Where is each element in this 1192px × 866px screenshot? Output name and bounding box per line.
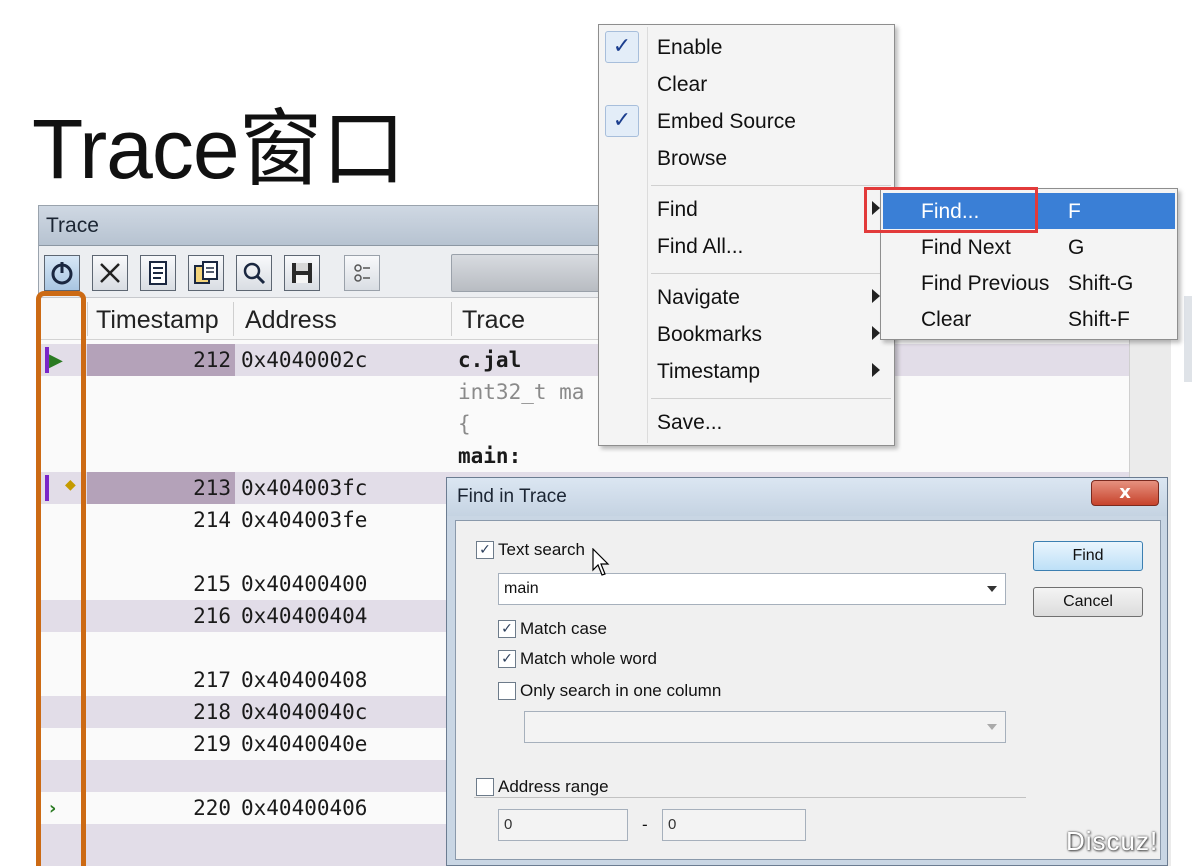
menu-item-timestamp[interactable]: Timestamp <box>599 353 894 389</box>
highlight-annotation-box <box>36 291 86 866</box>
match-whole-word-checkbox[interactable]: ✓ <box>498 650 516 668</box>
menu-item-enable[interactable]: ✓ Enable <box>599 29 894 65</box>
dialog-body: ✓ Text search main ✓ Match case ✓ Match … <box>455 520 1161 860</box>
match-whole-word-label: Match whole word <box>520 649 658 668</box>
address-from-field[interactable]: 0 <box>498 809 628 841</box>
browse-icon[interactable] <box>188 255 224 291</box>
text-search-label: Text search <box>498 540 585 559</box>
column-timestamp[interactable]: Timestamp <box>96 306 219 335</box>
submenu-arrow-icon <box>872 363 880 377</box>
find-highlight-annotation <box>864 187 1038 233</box>
one-column-label: Only search in one column <box>520 681 722 700</box>
table-row[interactable]: int32_t ma <box>39 376 1129 408</box>
find-in-trace-dialog: Find in Trace x ✓ Text search main ✓ Mat… <box>446 477 1168 866</box>
check-icon: ✓ <box>605 105 639 137</box>
find-button[interactable]: Find <box>1033 541 1143 571</box>
find-icon[interactable] <box>236 255 272 291</box>
menu-item-find[interactable]: Find <box>599 191 894 227</box>
column-trace[interactable]: Trace <box>462 306 525 335</box>
chevron-down-icon[interactable] <box>987 586 997 592</box>
menu-item-save[interactable]: Save... <box>599 404 894 440</box>
menu-item-navigate[interactable]: Navigate <box>599 279 894 315</box>
save-icon[interactable] <box>284 255 320 291</box>
mouse-cursor-icon <box>592 548 610 576</box>
check-icon: ✓ <box>605 31 639 63</box>
column-address[interactable]: Address <box>245 306 337 335</box>
submenu-item-clear[interactable]: Clear Shift-F <box>883 301 1175 337</box>
embed-source-icon[interactable] <box>140 255 176 291</box>
close-icon[interactable]: x <box>1091 480 1159 506</box>
dialog-title: Find in Trace <box>447 478 1167 516</box>
trace-context-menu: ✓ Enable Clear ✓ Embed Source Browse Fin… <box>598 24 895 446</box>
chevron-down-icon[interactable] <box>987 724 997 730</box>
submenu-item-find-next[interactable]: Find Next G <box>883 229 1175 265</box>
match-case-label: Match case <box>520 619 607 638</box>
search-input[interactable]: main <box>498 573 1006 605</box>
menu-item-find-all[interactable]: Find All... <box>599 228 894 264</box>
watermark: Discuz! <box>1066 826 1159 856</box>
bookmark-icon[interactable] <box>344 255 380 291</box>
clear-icon[interactable] <box>92 255 128 291</box>
address-to-field[interactable]: 0 <box>662 809 806 841</box>
menu-item-embed-source[interactable]: ✓ Embed Source <box>599 103 894 139</box>
table-row[interactable]: { <box>39 408 1129 440</box>
cancel-button[interactable]: Cancel <box>1033 587 1143 617</box>
address-range-label: Address range <box>498 777 609 796</box>
table-row[interactable]: ▶ 212 0x4040002c c.jal <box>39 344 1129 376</box>
menu-item-bookmarks[interactable]: Bookmarks <box>599 316 894 352</box>
submenu-item-find-previous[interactable]: Find Previous Shift-G <box>883 265 1175 301</box>
address-range-separator: - <box>642 815 648 834</box>
address-range-checkbox[interactable] <box>476 778 494 796</box>
submenu-arrow-icon <box>872 326 880 340</box>
slide-title: Trace窗口 <box>32 102 406 196</box>
submenu-arrow-icon <box>872 289 880 303</box>
text-search-checkbox[interactable]: ✓ <box>476 541 494 559</box>
table-row[interactable]: main: <box>39 440 1129 472</box>
power-icon[interactable] <box>44 255 80 291</box>
one-column-checkbox[interactable] <box>498 682 516 700</box>
match-case-checkbox[interactable]: ✓ <box>498 620 516 638</box>
toolbar-progress-bar <box>451 254 603 292</box>
menu-item-browse[interactable]: Browse <box>599 140 894 176</box>
column-select[interactable] <box>524 711 1006 743</box>
menu-item-clear[interactable]: Clear <box>599 66 894 102</box>
background-edge <box>1184 296 1192 382</box>
